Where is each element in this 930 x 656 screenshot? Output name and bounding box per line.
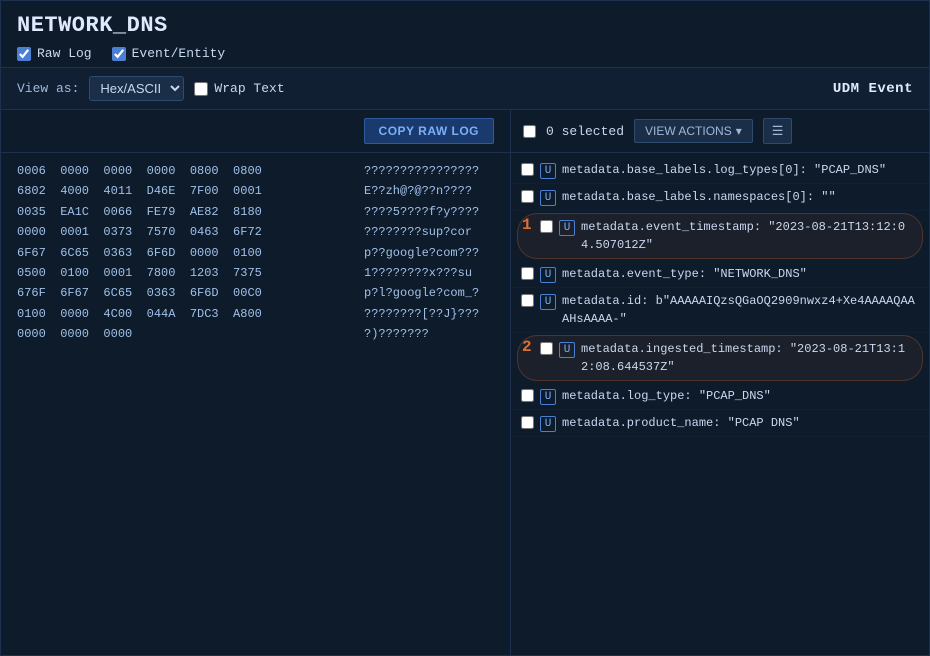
view-as-select[interactable]: Hex/ASCII ASCII Hex	[89, 76, 184, 101]
filter-button[interactable]: ☰	[763, 118, 793, 144]
udm-icon: U	[559, 342, 575, 358]
event-text: metadata.product_name: "PCAP DNS"	[562, 414, 919, 432]
wrap-text-label[interactable]: Wrap Text	[194, 81, 284, 96]
raw-log-content: 0006 0000 0000 0000 0800 0800 6802 4000 …	[1, 153, 510, 655]
udm-icon: U	[540, 267, 556, 283]
list-item: Umetadata.event_type: "NETWORK_DNS"	[511, 261, 929, 288]
event-checkbox-2[interactable]	[540, 220, 553, 233]
list-item: Umetadata.log_type: "PCAP_DNS"	[511, 383, 929, 410]
event-entity-label: Event/Entity	[132, 46, 226, 61]
udm-icon: U	[540, 294, 556, 310]
main-content: COPY RAW LOG 0006 0000 0000 0000 0800 08…	[1, 110, 929, 655]
wrap-text-checkbox[interactable]	[194, 82, 208, 96]
annotation-1: 1	[522, 216, 532, 234]
event-text: metadata.id: b"AAAAAIQzsQGaOQ2909nwxz4+X…	[562, 292, 919, 328]
select-all-checkbox[interactable]	[523, 125, 536, 138]
list-item: Umetadata.base_labels.log_types[0]: "PCA…	[511, 157, 929, 184]
udm-icon: U	[540, 190, 556, 206]
udm-events-list: Umetadata.base_labels.log_types[0]: "PCA…	[511, 153, 929, 655]
event-text: metadata.base_labels.log_types[0]: "PCAP…	[562, 161, 919, 179]
hex-column: 0006 0000 0000 0000 0800 0800 6802 4000 …	[17, 161, 348, 647]
event-checkbox-3[interactable]	[521, 267, 534, 280]
udm-section-label: UDM Event	[833, 81, 913, 97]
right-panel: 0 selected VIEW ACTIONS ▾ ☰ Umetadata.ba…	[511, 110, 929, 655]
event-text: metadata.log_type: "PCAP_DNS"	[562, 387, 919, 405]
event-checkbox-0[interactable]	[521, 163, 534, 176]
page-title: NETWORK_DNS	[17, 13, 913, 38]
udm-icon: U	[540, 416, 556, 432]
annotation-2: 2	[522, 338, 532, 356]
copy-raw-log-button[interactable]: COPY RAW LOG	[364, 118, 494, 144]
raw-log-label: Raw Log	[37, 46, 92, 61]
event-checkbox-4[interactable]	[521, 294, 534, 307]
toolbar: View as: Hex/ASCII ASCII Hex Wrap Text U…	[1, 67, 929, 110]
left-panel: COPY RAW LOG 0006 0000 0000 0000 0800 08…	[1, 110, 511, 655]
event-text: metadata.event_timestamp: "2023-08-21T13…	[581, 218, 912, 254]
udm-icon: U	[540, 389, 556, 405]
selected-checkbox-container	[523, 125, 536, 138]
selected-count: 0 selected	[546, 124, 624, 139]
udm-icon: U	[559, 220, 575, 236]
view-actions-label: VIEW ACTIONS	[645, 124, 732, 138]
copy-raw-log-bar: COPY RAW LOG	[1, 110, 510, 153]
raw-log-checkbox[interactable]	[17, 47, 31, 61]
udm-toolbar: 0 selected VIEW ACTIONS ▾ ☰	[511, 110, 929, 153]
view-as-label: View as:	[17, 81, 79, 96]
app-container: NETWORK_DNS Raw Log Event/Entity View as…	[0, 0, 930, 656]
raw-log-checkbox-label[interactable]: Raw Log	[17, 46, 92, 61]
event-text: metadata.event_type: "NETWORK_DNS"	[562, 265, 919, 283]
event-text: metadata.base_labels.namespaces[0]: ""	[562, 188, 919, 206]
list-item: Umetadata.product_name: "PCAP DNS"	[511, 410, 929, 437]
ascii-column: ???????????????? E??zh@?@??n???? ????5??…	[364, 161, 494, 647]
event-checkbox-6[interactable]	[521, 389, 534, 402]
list-item: Umetadata.base_labels.namespaces[0]: ""	[511, 184, 929, 211]
filter-icon: ☰	[772, 123, 784, 138]
event-text: metadata.ingested_timestamp: "2023-08-21…	[581, 340, 912, 376]
event-entity-checkbox-label[interactable]: Event/Entity	[112, 46, 226, 61]
event-checkbox-7[interactable]	[521, 416, 534, 429]
event-checkbox-1[interactable]	[521, 190, 534, 203]
event-entity-checkbox[interactable]	[112, 47, 126, 61]
header: NETWORK_DNS Raw Log Event/Entity	[1, 1, 929, 67]
view-actions-button[interactable]: VIEW ACTIONS ▾	[634, 119, 753, 143]
toolbar-left: View as: Hex/ASCII ASCII Hex Wrap Text	[17, 76, 817, 101]
list-item: Umetadata.id: b"AAAAAIQzsQGaOQ2909nwxz4+…	[511, 288, 929, 333]
chevron-down-icon: ▾	[736, 124, 742, 138]
header-checkboxes: Raw Log Event/Entity	[17, 46, 913, 61]
list-item: Umetadata.event_timestamp: "2023-08-21T1…	[517, 213, 923, 259]
udm-icon: U	[540, 163, 556, 179]
wrap-text-text: Wrap Text	[214, 81, 284, 96]
list-item: Umetadata.ingested_timestamp: "2023-08-2…	[517, 335, 923, 381]
event-checkbox-5[interactable]	[540, 342, 553, 355]
